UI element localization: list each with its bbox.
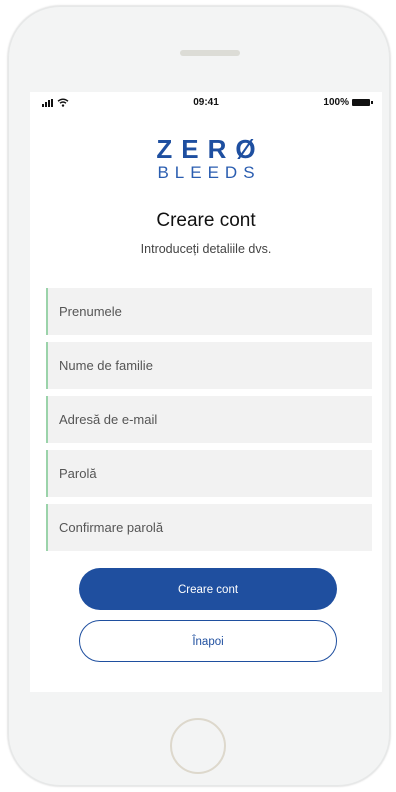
battery-percent: 100% (323, 97, 349, 108)
first-name-field-wrapper (46, 288, 372, 335)
phone-frame: 09:41 100% ZERØ BLEEDS Creare cont Intro… (8, 6, 390, 786)
email-field[interactable] (48, 396, 372, 443)
battery-icon (352, 99, 373, 106)
last-name-field-wrapper (46, 342, 372, 389)
signup-form (46, 288, 372, 558)
home-button[interactable] (170, 718, 226, 774)
email-field-wrapper (46, 396, 372, 443)
status-bar: 09:41 100% (30, 92, 382, 114)
password-field-wrapper (46, 450, 372, 497)
page-title: Creare cont (156, 210, 256, 231)
create-account-button[interactable]: Creare cont (79, 568, 337, 610)
logo-wordmark-bottom: BLEEDS (157, 163, 261, 182)
confirm-password-field-wrapper (46, 504, 372, 551)
app-logo: ZERØ BLEEDS (30, 136, 382, 182)
back-button[interactable]: Înapoi (79, 620, 337, 662)
speaker-grille (180, 50, 240, 56)
logo-wordmark-top: ZERØ (156, 134, 265, 164)
status-right: 100% (323, 97, 373, 108)
page-subtitle: Introduceți detaliile dvs. (140, 242, 272, 256)
password-field[interactable] (48, 450, 372, 497)
first-name-field[interactable] (48, 288, 372, 335)
last-name-field[interactable] (48, 342, 372, 389)
app-screen: 09:41 100% ZERØ BLEEDS Creare cont Intro… (30, 92, 382, 692)
confirm-password-field[interactable] (48, 504, 372, 551)
